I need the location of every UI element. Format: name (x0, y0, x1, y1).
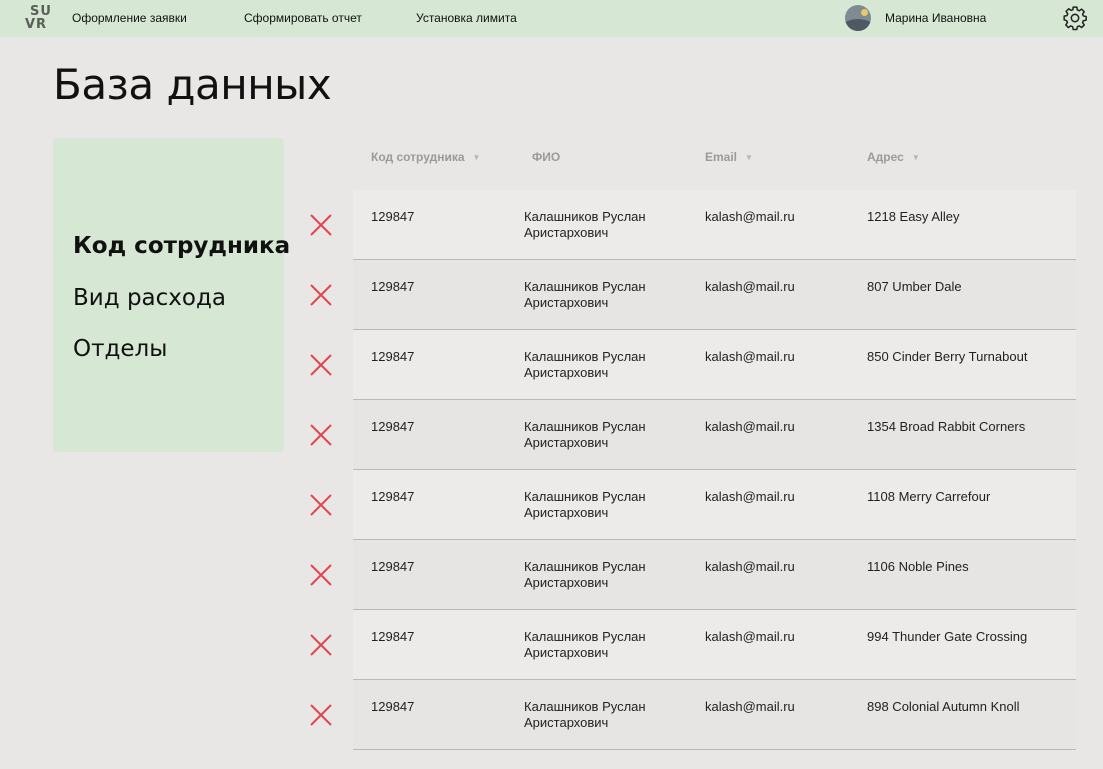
column-header-fio[interactable]: ФИО (532, 150, 560, 164)
table-row[interactable]: 129847 Калашников Руслан Аристархович kala… (353, 190, 1076, 260)
nav-link-generate-report[interactable]: Сформировать отчет (244, 11, 362, 25)
fio-cell: Калашников Руслан Аристархович (524, 699, 646, 730)
column-header-label: Код сотрудника (371, 150, 465, 164)
email-cell: kalash@mail.ru (705, 559, 795, 574)
close-icon[interactable] (308, 422, 334, 448)
user-name[interactable]: Марина Ивановна (885, 11, 986, 25)
email-cell: kalash@mail.ru (705, 419, 795, 434)
address-cell: 1108 Merry Carrefour (867, 489, 991, 504)
address-cell: 1106 Noble Pines (867, 559, 969, 574)
avatar-hill-shape (845, 19, 871, 31)
close-icon[interactable] (308, 562, 334, 588)
close-icon[interactable] (308, 632, 334, 658)
fio-cell: Калашников Руслан Аристархович (524, 559, 646, 590)
close-icon[interactable] (308, 352, 334, 378)
address-cell: 807 Umber Dale (867, 279, 962, 294)
column-header-employee-code[interactable]: Код сотрудника ▼ (371, 150, 480, 164)
nav-link-set-limit[interactable]: Установка лимита (416, 11, 517, 25)
employee-code-cell: 129847 (371, 629, 415, 644)
employee-code-cell: 129847 (371, 279, 415, 294)
employee-code-cell: 129847 (371, 559, 415, 574)
table-row[interactable]: 129847 Калашников Руслан Аристархович kala… (353, 680, 1076, 750)
email-cell: kalash@mail.ru (705, 699, 795, 714)
email-cell: kalash@mail.ru (705, 629, 795, 644)
column-header-email[interactable]: Email ▼ (705, 150, 753, 164)
nav-link-create-request[interactable]: Оформление заявки (72, 11, 187, 25)
sidebar-item-departments[interactable]: Отделы (73, 336, 167, 362)
fio-cell: Калашников Руслан Аристархович (524, 349, 646, 380)
address-cell: 898 Colonial Autumn Knoll (867, 699, 1020, 714)
column-header-address[interactable]: Адрес ▼ (867, 150, 920, 164)
page-title: База данных (53, 60, 332, 109)
close-icon[interactable] (308, 212, 334, 238)
close-icon[interactable] (308, 282, 334, 308)
email-cell: kalash@mail.ru (705, 489, 795, 504)
sort-caret-icon: ▼ (472, 153, 481, 162)
table-row[interactable]: 129847 Калашников Руслан Аристархович kala… (353, 610, 1076, 680)
email-cell: kalash@mail.ru (705, 209, 795, 224)
logo-line-2: VR (25, 17, 48, 32)
email-cell: kalash@mail.ru (705, 349, 795, 364)
column-header-label: Адрес (867, 150, 904, 164)
sidebar: Код сотрудника Вид расхода Отделы (53, 138, 290, 452)
gear-icon[interactable] (1062, 5, 1088, 31)
fio-cell: Калашников Руслан Аристархович (524, 279, 646, 310)
sort-caret-icon: ▼ (745, 153, 753, 162)
table-row[interactable]: 129847 Калашников Руслан Аристархович kala… (353, 260, 1076, 330)
fio-cell: Калашников Руслан Аристархович (524, 419, 646, 450)
address-cell: 1218 Easy Alley (867, 209, 960, 224)
address-cell: 1354 Broad Rabbit Corners (867, 419, 1026, 434)
column-header-label: Email (705, 150, 738, 164)
sidebar-item-expense-type[interactable]: Вид расхода (73, 285, 226, 311)
address-cell: 994 Thunder Gate Crossing (867, 629, 1028, 644)
avatar-sun-shape (861, 9, 868, 16)
table-row[interactable]: 129847 Калашников Руслан Аристархович kala… (353, 400, 1076, 470)
employee-code-cell: 129847 (371, 349, 415, 364)
table-row[interactable]: 129847 Калашников Руслан Аристархович kala… (353, 540, 1076, 610)
close-icon[interactable] (308, 492, 334, 518)
fio-cell: Калашников Руслан Аристархович (524, 209, 646, 240)
employee-code-cell: 129847 (371, 209, 415, 224)
email-cell: kalash@mail.ru (705, 279, 795, 294)
fio-cell: Калашников Руслан Аристархович (524, 489, 646, 520)
table-row[interactable]: 129847 Калашников Руслан Аристархович kala… (353, 470, 1076, 540)
employee-code-cell: 129847 (371, 699, 415, 714)
address-cell: 850 Cinder Berry Turnabout (867, 349, 1028, 364)
fio-cell: Калашников Руслан Аристархович (524, 629, 646, 660)
employee-code-cell: 129847 (371, 489, 415, 504)
app-logo[interactable]: SU VR (23, 4, 53, 32)
top-navigation-bar: SU VR Оформление заявки Сформировать отч… (0, 0, 1103, 37)
sort-caret-icon: ▼ (911, 153, 920, 162)
close-icon[interactable] (308, 702, 334, 728)
column-header-label: ФИО (532, 150, 561, 164)
sidebar-item-employee-code[interactable]: Код сотрудника (73, 233, 290, 259)
user-avatar[interactable] (845, 5, 871, 31)
employee-code-cell: 129847 (371, 419, 415, 434)
table-row[interactable]: 129847 Калашников Руслан Аристархович kala… (353, 330, 1076, 400)
